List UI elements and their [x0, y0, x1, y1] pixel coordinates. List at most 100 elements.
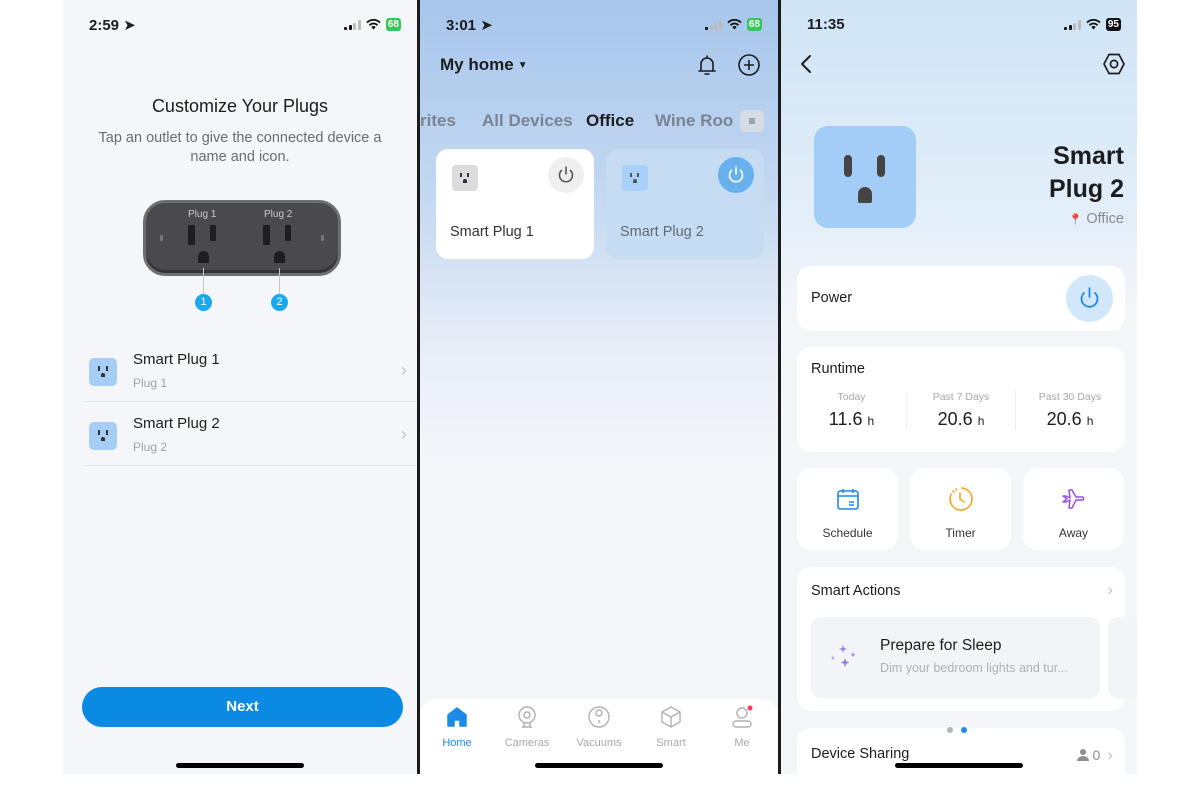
- device-name: Smart Plug 2: [620, 224, 704, 240]
- outlet-icon: [89, 422, 117, 450]
- page-dot-active: [961, 727, 967, 733]
- status-bar: 2:59 ➤ 68: [63, 16, 417, 36]
- device-room: 📍 Office: [1068, 211, 1124, 227]
- plug-diagram[interactable]: Plug 1 Plug 2: [143, 200, 341, 276]
- power-icon: [558, 166, 574, 183]
- battery-indicator: 95: [1105, 18, 1121, 31]
- add-icon[interactable]: [736, 52, 762, 78]
- plug-list: Smart Plug 1 Plug 1 › Smart Plug 2 Plug …: [83, 338, 417, 466]
- device-name: Smart Plug 1: [450, 224, 534, 240]
- plug-outlet: Plug 1: [133, 376, 168, 390]
- vacuum-icon: [588, 706, 610, 728]
- home-screen: 3:01 ➤ 68 My home ▼ rites All Devices Off…: [420, 0, 778, 774]
- outlet-2-slot: [263, 225, 270, 245]
- plug-name: Smart Plug 1: [133, 351, 220, 368]
- wifi-icon: [1086, 19, 1101, 30]
- device-card-2[interactable]: Smart Plug 2: [606, 149, 764, 259]
- back-icon[interactable]: [797, 52, 817, 76]
- power-toggle[interactable]: [548, 157, 584, 193]
- home-icon: [447, 707, 467, 727]
- page-dot: [947, 727, 953, 733]
- callout-1: 1: [195, 294, 212, 311]
- runtime-today: Today 11.6 h: [828, 391, 875, 429]
- timer-icon: [948, 487, 973, 511]
- cube-icon: [661, 706, 681, 728]
- runtime-title: Runtime: [811, 361, 865, 377]
- tabbar-home[interactable]: Home: [427, 705, 487, 749]
- runtime-card[interactable]: Runtime Today 11.6 h Past 7 Days 20.6 h …: [797, 347, 1125, 452]
- battery-indicator: 68: [385, 18, 401, 31]
- device-card-1[interactable]: Smart Plug 1: [436, 149, 594, 259]
- tabbar-smart[interactable]: Smart: [641, 705, 701, 749]
- wifi-icon: [366, 19, 381, 30]
- runtime-7-days: Past 7 Days 20.6 h: [906, 391, 1015, 430]
- tabbar-cameras[interactable]: Cameras: [497, 705, 557, 749]
- power-icon: [1080, 287, 1099, 308]
- outlet-icon: [452, 165, 478, 191]
- runtime-30-days: Past 30 Days 20.6 h: [1015, 391, 1124, 430]
- tabbar-me[interactable]: Me: [712, 705, 772, 749]
- away-button[interactable]: Away: [1023, 468, 1124, 550]
- page-title: Customize Your Plugs: [151, 96, 329, 116]
- location-pin-icon: 📍: [1068, 214, 1083, 226]
- notification-badge: [747, 705, 753, 711]
- sharing-count: 0: [1092, 747, 1101, 763]
- signal-icon: [705, 19, 722, 30]
- outlet-icon: [622, 165, 648, 191]
- tab-favorites[interactable]: rites: [420, 111, 456, 131]
- smart-action-title: Prepare for Sleep: [880, 637, 1002, 654]
- home-selector[interactable]: My home ▼: [440, 55, 528, 75]
- tab-wine-room[interactable]: Wine Roo: [655, 111, 733, 131]
- status-time: 3:01 ➤: [446, 17, 493, 34]
- smart-actions-card: Smart Actions › Prepare for Sleep Dim yo…: [797, 567, 1137, 711]
- plug-name: Smart Plug 2: [133, 415, 220, 432]
- page-subtitle: Tap an outlet to give the connected devi…: [98, 130, 382, 165]
- timer-button[interactable]: Timer: [910, 468, 1011, 550]
- schedule-button[interactable]: Schedule: [797, 468, 898, 550]
- device-outlet-icon: [814, 126, 916, 228]
- home-indicator: [176, 763, 304, 768]
- smart-action-tile-next[interactable]: [1108, 617, 1137, 698]
- caret-down-icon: ▼: [517, 60, 528, 71]
- power-icon: [728, 166, 744, 183]
- smart-actions-title[interactable]: Smart Actions: [811, 583, 900, 599]
- signal-icon: [344, 19, 361, 30]
- chevron-right-icon: ›: [401, 424, 407, 444]
- signal-icon: [1064, 19, 1081, 30]
- airplane-icon: [1061, 489, 1084, 509]
- callout-2: 2: [271, 294, 288, 311]
- chevron-right-icon: ›: [401, 360, 407, 380]
- plug-list-item-1[interactable]: Smart Plug 1 Plug 1 ›: [83, 338, 417, 402]
- bell-icon[interactable]: [694, 52, 720, 78]
- diagram-label-plug-1: Plug 1: [188, 209, 217, 220]
- chevron-right-icon[interactable]: ›: [1107, 580, 1113, 600]
- outlet-1-slot: [188, 225, 195, 245]
- customize-plugs-screen: 2:59 ➤ 68 Customize Your Plugs Tap an ou…: [63, 0, 417, 774]
- status-bar: 11:35 95: [781, 16, 1137, 36]
- plug-list-item-2[interactable]: Smart Plug 2 Plug 2 ›: [83, 402, 417, 466]
- camera-icon: [518, 706, 536, 728]
- next-button[interactable]: Next: [82, 687, 403, 727]
- person-icon: [1076, 749, 1089, 761]
- power-button[interactable]: [1066, 275, 1113, 322]
- person-icon: [732, 705, 753, 728]
- room-tabs: rites All Devices Office Wine Roo: [420, 111, 778, 135]
- outlet-icon: [89, 358, 117, 386]
- tabbar-vacuums[interactable]: Vacuums: [569, 705, 629, 749]
- sparkle-icon: [831, 645, 856, 667]
- calendar-icon: [836, 489, 859, 510]
- power-toggle[interactable]: [718, 157, 754, 193]
- home-indicator: [895, 763, 1023, 768]
- smart-action-description: Dim your bedroom lights and tur...: [880, 661, 1068, 675]
- settings-icon[interactable]: [1101, 51, 1127, 77]
- tab-all-devices[interactable]: All Devices: [482, 111, 573, 131]
- device-sharing-title: Device Sharing: [811, 746, 910, 762]
- power-label: Power: [811, 290, 853, 306]
- tab-menu-button[interactable]: ≡: [740, 110, 764, 132]
- tab-office[interactable]: Office: [586, 111, 634, 131]
- power-card: Power: [797, 266, 1125, 331]
- home-indicator: [535, 763, 663, 768]
- plug-outlet: Plug 2: [133, 440, 168, 454]
- smart-action-tile[interactable]: Prepare for Sleep Dim your bedroom light…: [811, 617, 1100, 698]
- wifi-icon: [727, 19, 742, 30]
